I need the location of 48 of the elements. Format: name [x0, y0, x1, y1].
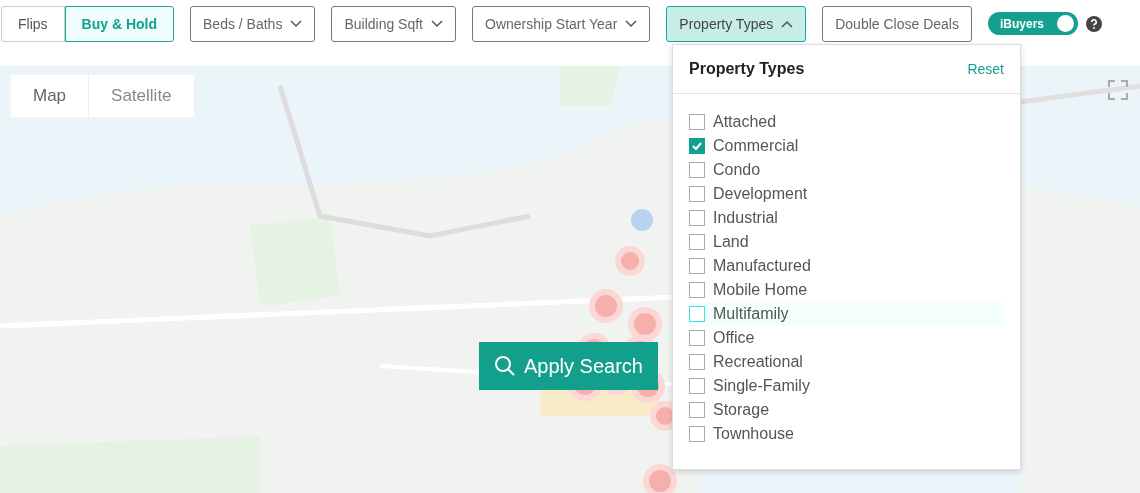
strategy-tab[interactable]: Flips	[1, 6, 65, 42]
option-label: Commercial	[713, 137, 799, 155]
option-label: Townhouse	[713, 425, 794, 443]
check-icon	[692, 142, 702, 150]
fullscreen-icon[interactable]	[1108, 80, 1128, 100]
filter-dropdown[interactable]: Double Close Deals	[822, 6, 972, 42]
option-label: Land	[713, 233, 749, 251]
checkbox[interactable]	[689, 210, 705, 226]
ibuyers-toggle[interactable]: iBuyers	[987, 12, 1078, 35]
checkbox[interactable]	[689, 114, 705, 130]
option-label: Manufactured	[713, 257, 811, 275]
option-label: Mobile Home	[713, 281, 808, 299]
option-label: Single-Family	[713, 377, 810, 395]
map-type-tab[interactable]: Map	[11, 75, 90, 117]
chevron-down-icon	[431, 20, 443, 28]
checkbox[interactable]	[689, 306, 705, 322]
help-icon[interactable]	[1085, 15, 1102, 32]
checkbox[interactable]	[689, 186, 705, 202]
checkbox[interactable]	[689, 426, 705, 442]
reset-link[interactable]: Reset	[967, 61, 1004, 77]
apply-search-button[interactable]: Apply Search	[479, 342, 658, 390]
strategy-tab[interactable]: Buy & Hold	[64, 6, 174, 42]
checkbox[interactable]	[689, 330, 705, 346]
option-label: Condo	[713, 161, 761, 179]
option-label: Attached	[713, 113, 777, 131]
filter-dropdown[interactable]: Building Sqft	[331, 6, 456, 42]
filter-dropdown[interactable]: Property Types	[666, 6, 807, 42]
option-label: Office	[713, 329, 755, 347]
filter-dropdown[interactable]: Beds / Baths	[190, 6, 316, 42]
checkbox[interactable]	[689, 282, 705, 298]
checkbox[interactable]	[689, 162, 705, 178]
chevron-up-icon	[781, 20, 794, 28]
chevron-down-icon	[625, 20, 638, 28]
filter-dropdown[interactable]: Ownership Start Year	[472, 6, 651, 42]
search-icon	[494, 355, 516, 377]
chevron-down-icon	[290, 20, 303, 28]
checkbox[interactable]	[689, 378, 705, 394]
checkbox[interactable]	[689, 138, 705, 154]
checkbox[interactable]	[689, 234, 705, 250]
checkbox[interactable]	[689, 258, 705, 274]
option-label: Multifamily	[713, 305, 789, 323]
option-label: Recreational	[713, 353, 803, 371]
option-label: Development	[713, 185, 808, 203]
panel-title: Property Types	[689, 60, 805, 78]
option-label: Industrial	[713, 209, 778, 227]
checkbox[interactable]	[689, 402, 705, 418]
checkbox[interactable]	[689, 354, 705, 370]
option-label: Storage	[713, 401, 770, 419]
